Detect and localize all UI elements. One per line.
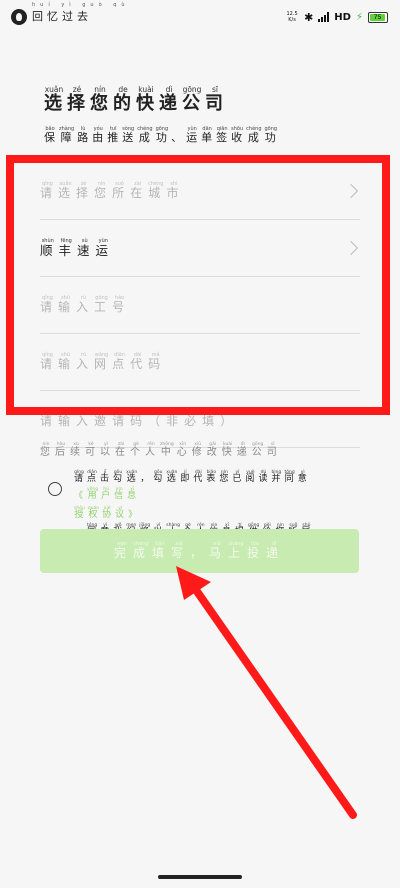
arrow-annotation — [176, 566, 357, 819]
home-indicator — [158, 875, 242, 879]
arrow-shaft — [192, 586, 357, 819]
arrow-head — [176, 566, 211, 600]
